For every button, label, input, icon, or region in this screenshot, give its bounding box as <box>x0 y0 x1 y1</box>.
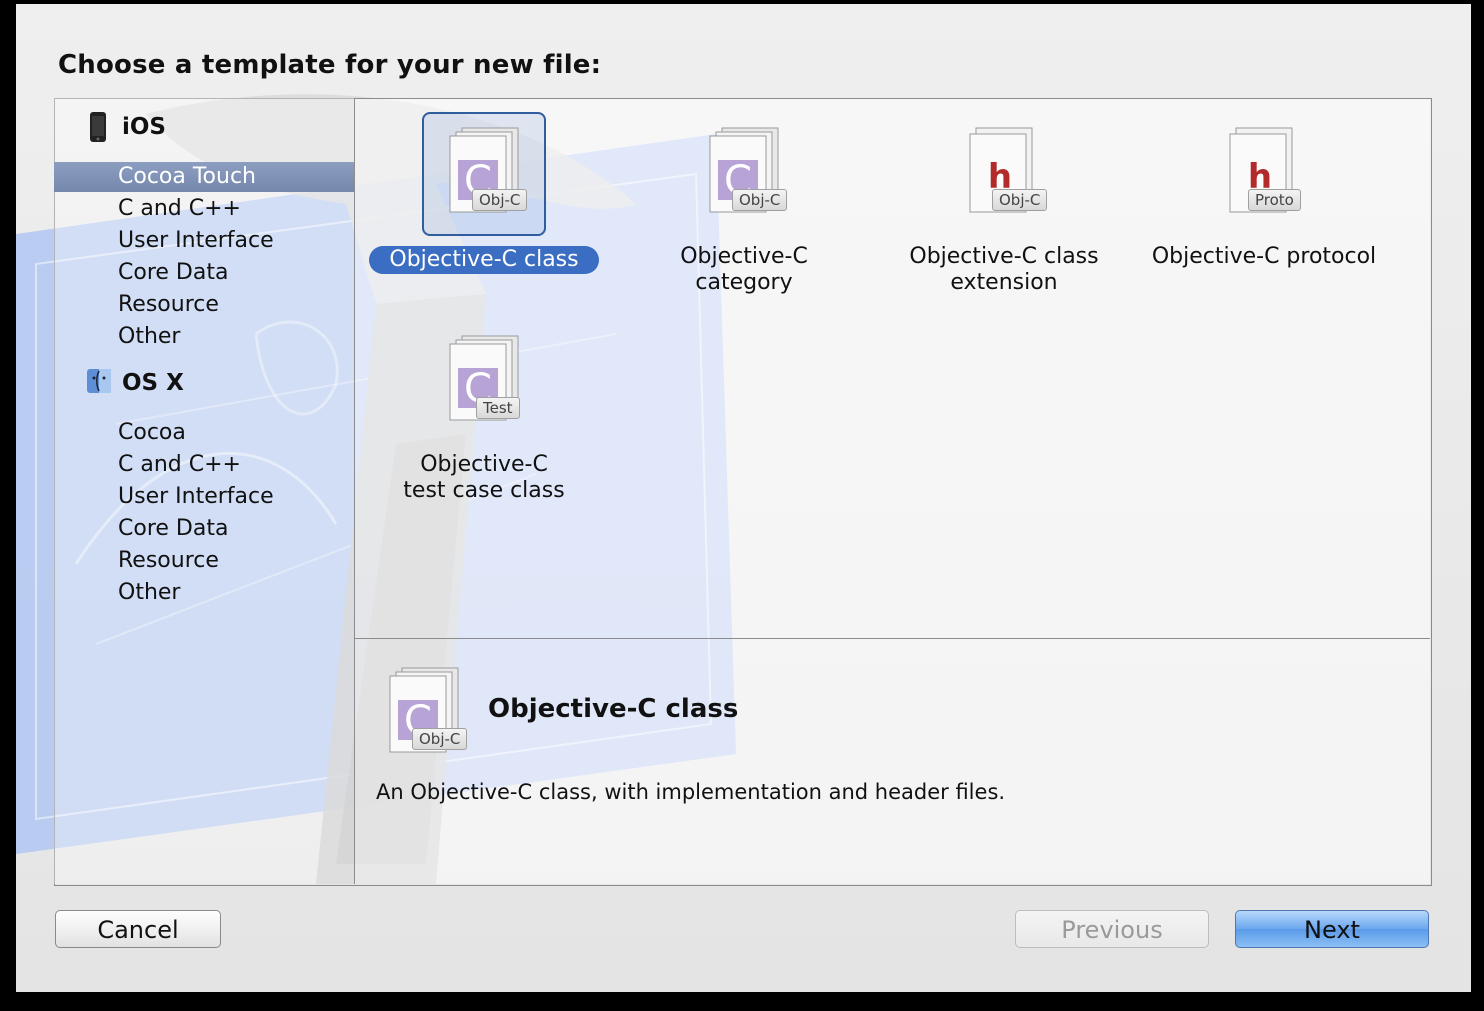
sidebar-item-ios-c-and-cpp[interactable]: C and C++ <box>54 194 354 224</box>
template-label: Objective-C class <box>369 246 599 274</box>
dialog-title: Choose a template for your new file: <box>58 50 602 80</box>
template-label: Objective-C category <box>680 244 808 295</box>
sidebar-item-osx-user-interface[interactable]: User Interface <box>54 482 354 512</box>
sidebar-item-ios-cocoa-touch[interactable]: Cocoa Touch <box>54 162 354 192</box>
sidebar-item-label: Core Data <box>118 516 229 541</box>
sidebar-item-label: User Interface <box>118 484 274 509</box>
template-objc-category[interactable]: C Obj-C Objective-C category <box>624 114 864 296</box>
sidebar-item-label: Other <box>118 580 181 605</box>
template-objc-protocol[interactable]: h Proto Objective-C protocol <box>1144 114 1384 270</box>
sidebar-item-label: C and C++ <box>118 452 241 477</box>
file-type-badge: Obj-C <box>732 189 788 211</box>
sidebar-item-ios-resource[interactable]: Resource <box>54 290 354 320</box>
template-label: Objective-C class extension <box>909 244 1099 295</box>
sidebar-item-ios-user-interface[interactable]: User Interface <box>54 226 354 256</box>
template-label: Objective-C protocol <box>1151 244 1377 269</box>
description-file-icon: C Obj-C <box>384 664 474 764</box>
template-objc-test-case-class[interactable]: C Test Objective-C test case class <box>364 322 604 504</box>
dialog-frame: Choose a template for your new file: iOS… <box>4 4 1478 1005</box>
sidebar-item-osx-core-data[interactable]: Core Data <box>54 514 354 544</box>
description-text: An Objective-C class, with implementatio… <box>376 780 1006 804</box>
objc-file-icon: C Obj-C <box>684 114 804 236</box>
template-description-panel <box>355 639 1430 884</box>
next-button[interactable]: Next <box>1235 910 1429 948</box>
header-file-icon: h Proto <box>1204 114 1324 236</box>
sidebar-item-label: User Interface <box>118 228 274 253</box>
sidebar-item-osx-cocoa[interactable]: Cocoa <box>54 418 354 448</box>
sidebar-group-ios: iOS <box>86 110 166 144</box>
header-file-icon: h Obj-C <box>944 114 1064 236</box>
sidebar-item-label: Cocoa <box>118 420 186 445</box>
sidebar-item-label: C and C++ <box>118 196 241 221</box>
sidebar-item-osx-resource[interactable]: Resource <box>54 546 354 576</box>
sidebar-item-ios-other[interactable]: Other <box>54 322 354 352</box>
objc-test-file-icon: C Test <box>424 322 544 444</box>
sidebar-item-ios-core-data[interactable]: Core Data <box>54 258 354 288</box>
iphone-icon <box>86 111 110 143</box>
sidebar-item-osx-c-and-cpp[interactable]: C and C++ <box>54 450 354 480</box>
template-objc-class-extension[interactable]: h Obj-C Objective-C class extension <box>884 114 1124 296</box>
template-objc-class[interactable]: C Obj-C Objective-C class <box>364 112 604 274</box>
file-type-badge: Test <box>476 397 520 419</box>
objc-file-icon: C Obj-C <box>422 112 546 236</box>
sidebar-item-label: Cocoa Touch <box>118 164 256 189</box>
template-label: Objective-C test case class <box>403 452 565 503</box>
previous-button[interactable]: Previous <box>1015 910 1209 948</box>
sidebar-group-osx-label: OS X <box>122 370 184 396</box>
sidebar-item-osx-other[interactable]: Other <box>54 578 354 608</box>
sidebar-item-label: Other <box>118 324 181 349</box>
file-type-badge: Obj-C <box>992 189 1048 211</box>
file-type-badge: Obj-C <box>472 189 528 211</box>
sidebar-group-osx: OS X <box>86 366 184 400</box>
sidebar-item-label: Core Data <box>118 260 229 285</box>
sidebar-item-label: Resource <box>118 548 219 573</box>
sidebar-item-label: Resource <box>118 292 219 317</box>
file-type-badge: Proto <box>1248 189 1301 211</box>
sidebar-group-ios-label: iOS <box>122 114 167 140</box>
description-title: Objective-C class <box>488 694 739 724</box>
new-file-sheet: Choose a template for your new file: iOS… <box>16 4 1471 992</box>
file-type-badge: Obj-C <box>412 728 468 750</box>
finder-icon <box>86 367 111 399</box>
cancel-button[interactable]: Cancel <box>55 910 221 948</box>
